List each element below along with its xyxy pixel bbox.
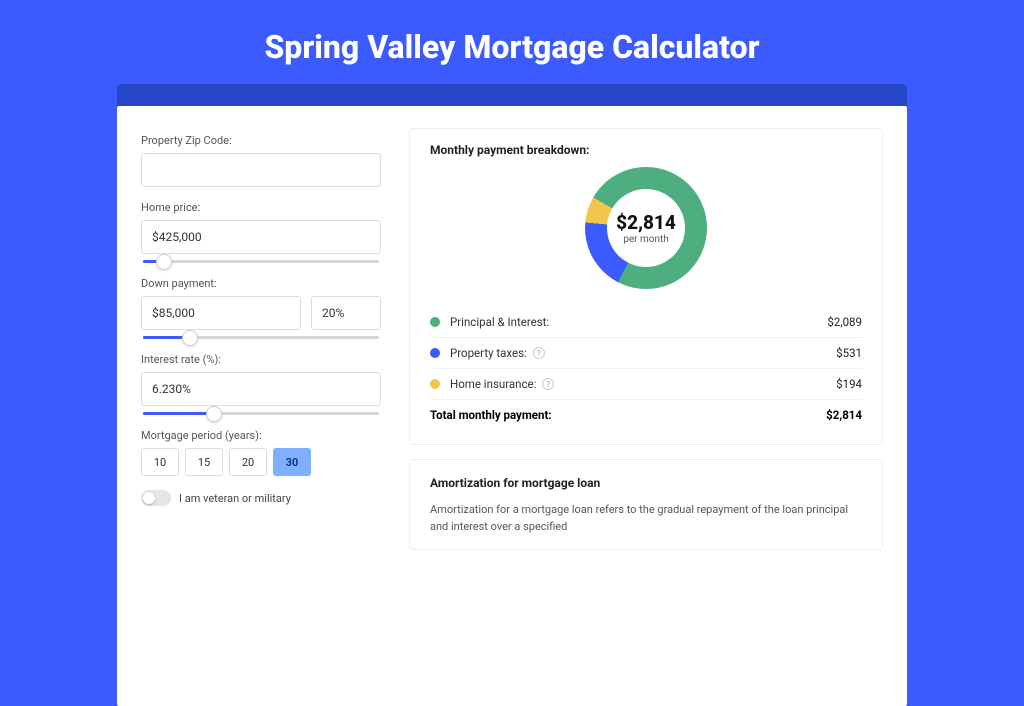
price-slider-knob[interactable] [157,255,171,269]
period-options: 10152030 [141,448,381,476]
period-option-10[interactable]: 10 [141,448,179,476]
calculator-form: Property Zip Code: Home price: Down paym… [141,128,381,684]
period-option-15[interactable]: 15 [185,448,223,476]
breakdown-total-label: Total monthly payment: [430,408,826,422]
legend-dot-icon [430,317,440,327]
breakdown-row: Home insurance:?$194 [430,368,862,399]
legend-dot-icon [430,348,440,358]
page-title: Spring Valley Mortgage Calculator [0,0,1024,84]
rate-label: Interest rate (%): [141,353,381,366]
breakdown-rows: Principal & Interest:$2,089Property taxe… [430,307,862,399]
zip-input[interactable] [141,153,381,187]
down-label: Down payment: [141,277,381,290]
breakdown-row-label: Property taxes:? [450,346,836,360]
veteran-label: I am veteran or military [179,492,291,505]
down-amount-input[interactable] [141,296,301,330]
down-percent-input[interactable] [311,296,381,330]
price-slider[interactable] [143,260,379,263]
price-input[interactable] [141,220,381,254]
zip-label: Property Zip Code: [141,134,381,147]
rate-slider[interactable] [143,412,379,415]
period-option-20[interactable]: 20 [229,448,267,476]
amortization-title: Amortization for mortgage loan [430,474,862,492]
period-label: Mortgage period (years): [141,429,381,442]
rate-input[interactable] [141,372,381,406]
breakdown-row-label: Principal & Interest: [450,315,827,329]
legend-dot-icon [430,379,440,389]
breakdown-total-value: $2,814 [826,408,862,422]
breakdown-panel: Monthly payment breakdown: $2,814 per mo… [409,128,883,445]
price-label: Home price: [141,201,381,214]
help-icon[interactable]: ? [533,347,545,359]
breakdown-total-row: Total monthly payment: $2,814 [430,399,862,430]
breakdown-title: Monthly payment breakdown: [430,143,862,157]
app-frame: Property Zip Code: Home price: Down paym… [117,84,907,706]
donut-sub: per month [623,234,669,245]
down-slider-knob[interactable] [183,331,197,345]
rate-slider-knob[interactable] [207,407,221,421]
breakdown-row-value: $2,089 [827,315,862,329]
donut-center: $2,814 per month [607,189,685,267]
breakdown-row: Property taxes:?$531 [430,337,862,368]
donut-chart: $2,814 per month [430,167,862,289]
amortization-body: Amortization for a mortgage loan refers … [430,502,862,535]
period-option-30[interactable]: 30 [273,448,311,476]
down-slider[interactable] [143,336,379,339]
donut-ring: $2,814 per month [585,167,707,289]
breakdown-row-value: $194 [836,377,862,391]
breakdown-row-label: Home insurance:? [450,377,836,391]
rate-slider-fill [143,412,214,415]
veteran-toggle[interactable] [141,490,171,506]
app-surface: Property Zip Code: Home price: Down paym… [117,106,907,706]
results-column: Monthly payment breakdown: $2,814 per mo… [409,128,883,684]
help-icon[interactable]: ? [542,378,554,390]
breakdown-row-value: $531 [836,346,862,360]
amortization-panel: Amortization for mortgage loan Amortizat… [409,459,883,550]
donut-amount: $2,814 [616,211,676,234]
breakdown-row: Principal & Interest:$2,089 [430,307,862,337]
